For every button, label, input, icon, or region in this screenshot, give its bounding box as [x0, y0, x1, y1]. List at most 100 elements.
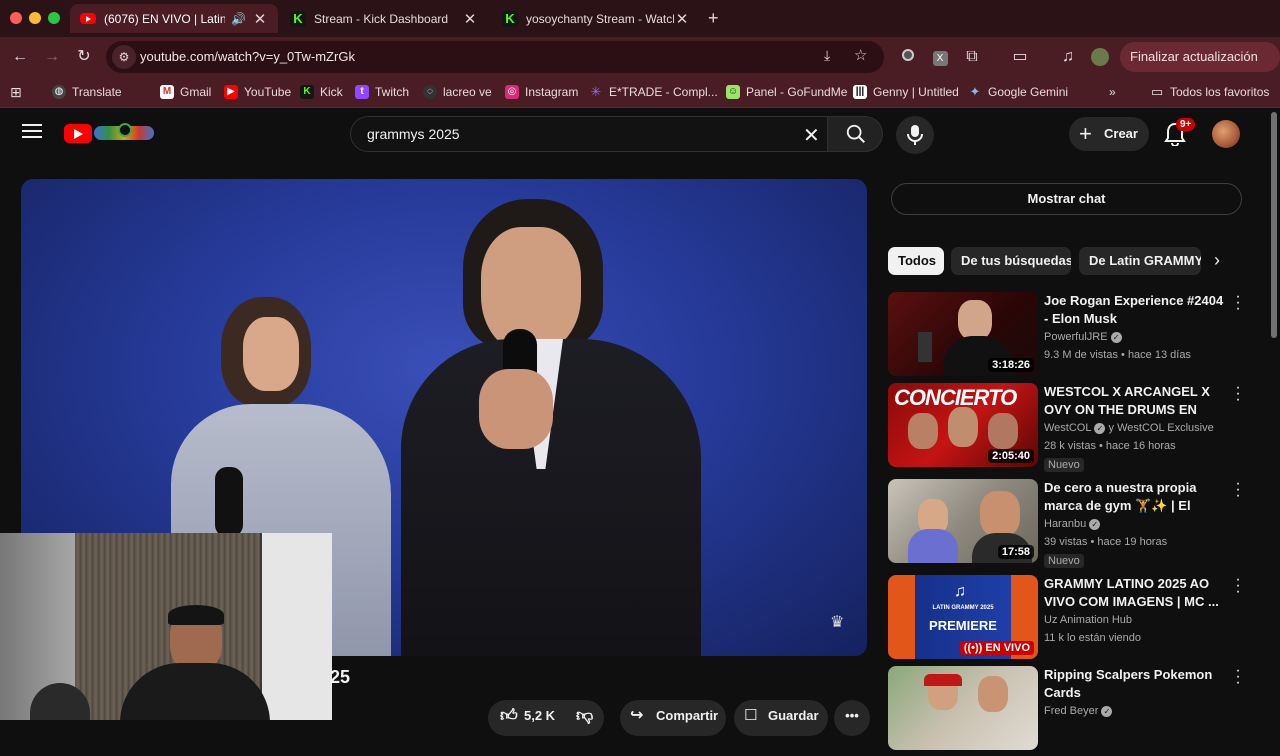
- profile-avatar-icon[interactable]: [1088, 45, 1112, 69]
- verified-check-icon: ✓: [1094, 422, 1106, 434]
- chip-all[interactable]: Todos: [888, 247, 944, 275]
- more-options-icon[interactable]: · · ·: [1232, 663, 1244, 691]
- show-chat-button[interactable]: Mostrar chat: [891, 183, 1242, 215]
- new-tab-button[interactable]: +: [708, 8, 719, 29]
- bookmark-genny[interactable]: ||| Genny | Untitled: [853, 83, 959, 101]
- bookmark-star-icon[interactable]: ☆: [854, 46, 867, 64]
- save-playlist-icon: ☐: [744, 707, 758, 724]
- maximize-window-button[interactable]: [48, 12, 60, 24]
- recommendation-item[interactable]: 17:58 De cero a nuestra propia marca de …: [888, 476, 1258, 569]
- more-options-icon[interactable]: · · ·: [1232, 572, 1244, 600]
- media-controls-icon[interactable]: ♫: [1056, 45, 1080, 69]
- youtube-icon: ▶: [224, 85, 238, 99]
- scrollbar-thumb[interactable]: [1271, 112, 1277, 338]
- bookmark-instagram[interactable]: ◎ Instagram: [505, 83, 578, 101]
- save-button[interactable]: ☐ Guardar: [734, 700, 828, 736]
- close-tab-icon[interactable]: ✕: [462, 10, 478, 28]
- bookmark-twitch[interactable]: t Twitch: [355, 83, 409, 101]
- more-options-icon[interactable]: · · ·: [1232, 476, 1244, 504]
- like-dislike-group[interactable]: 👍︎ 5,2 K 👎︎: [488, 700, 604, 736]
- site-settings-icon[interactable]: ⚙: [112, 45, 136, 69]
- all-bookmarks[interactable]: ▭ Todos los favoritos: [1150, 83, 1270, 101]
- minimize-window-button[interactable]: [29, 12, 41, 24]
- recommendation-item[interactable]: ♫ LATIN GRAMMY 2025 PREMIERE ((•)) EN VI…: [888, 572, 1258, 665]
- bookmark-translate[interactable]: ◍ Translate: [52, 83, 122, 101]
- video-thumbnail[interactable]: CONCIERTO 2:05:40: [888, 383, 1038, 467]
- bookmark-gofundme[interactable]: ☺ Panel - GoFundMe: [726, 83, 847, 101]
- bookmark-youtube[interactable]: ▶ YouTube: [224, 83, 291, 101]
- forward-arrow-icon[interactable]: →: [40, 45, 64, 69]
- recommendation-item[interactable]: CONCIERTO 2:05:40 WESTCOL X ARCANGEL X O…: [888, 380, 1258, 473]
- video-title[interactable]: Joe Rogan Experience #2404 - Elon Musk: [1044, 292, 1224, 328]
- reload-icon[interactable]: ↻: [72, 45, 96, 69]
- recommendation-item[interactable]: Ripping Scalpers Pokemon Cards Fred Beye…: [888, 663, 1258, 756]
- speaker-icon[interactable]: 🔊: [231, 12, 246, 26]
- back-arrow-icon[interactable]: ←: [8, 45, 32, 69]
- channel-name[interactable]: Fred Beyer ✓: [1044, 705, 1113, 717]
- extensions-puzzle-icon[interactable]: ⧉: [960, 45, 984, 69]
- close-window-button[interactable]: [10, 12, 22, 24]
- search-input[interactable]: grammys 2025 ✕: [350, 116, 828, 152]
- apps-grid-icon[interactable]: ⊞: [10, 83, 22, 101]
- account-avatar[interactable]: [1212, 120, 1240, 148]
- thumbs-down-icon[interactable]: 👎︎: [576, 700, 593, 732]
- search-button[interactable]: [827, 116, 883, 152]
- bookmark-gmail[interactable]: M Gmail: [160, 83, 211, 101]
- bookmarks-overflow-icon[interactable]: »: [1109, 83, 1116, 101]
- video-title[interactable]: GRAMMY LATINO 2025 AO VIVO COM IMAGENS |…: [1044, 575, 1224, 611]
- more-horizontal-icon: •••: [845, 708, 859, 723]
- more-options-icon[interactable]: · · ·: [1232, 289, 1244, 317]
- more-actions-button[interactable]: •••: [834, 700, 870, 736]
- reading-mode-icon[interactable]: ▭: [1008, 45, 1032, 69]
- share-button[interactable]: ↪ Compartir: [620, 700, 726, 736]
- bookmark-etrade[interactable]: ✳ E*TRADE - Compl...: [589, 83, 718, 101]
- video-thumbnail[interactable]: 3:18:26: [888, 292, 1038, 376]
- video-title[interactable]: WESTCOL X ARCANGEL X OVY ON THE DRUMS EN…: [1044, 383, 1224, 419]
- bookmark-gemini[interactable]: ✦ Google Gemini: [968, 83, 1069, 101]
- video-thumbnail[interactable]: ♫ LATIN GRAMMY 2025 PREMIERE ((•)) EN VI…: [888, 575, 1038, 659]
- browser-tab-kick-dashboard[interactable]: K Stream - Kick Dashboard ✕: [280, 4, 488, 33]
- chip-from-searches[interactable]: De tus búsquedas: [951, 247, 1071, 275]
- chip-latin-grammys[interactable]: De Latin GRAMMYs: [1079, 247, 1201, 275]
- person-hand: [479, 369, 553, 449]
- bookmark-lacreo[interactable]: ◌ lacreo ve: [423, 83, 492, 101]
- install-app-icon[interactable]: ⤓: [824, 47, 830, 64]
- url-text: youtube.com/watch?v=y_0Tw-mZrGk: [140, 49, 355, 64]
- video-thumbnail[interactable]: [888, 666, 1038, 750]
- more-options-icon[interactable]: · · ·: [1232, 380, 1244, 408]
- extension-x-icon[interactable]: X: [928, 45, 952, 69]
- finish-update-button[interactable]: Finalizar actualización ⋮: [1120, 42, 1280, 94]
- hamburger-menu-icon[interactable]: [22, 122, 42, 138]
- create-button[interactable]: + Crear: [1069, 117, 1149, 151]
- youtube-logo[interactable]: [64, 122, 156, 144]
- close-tab-icon[interactable]: ✕: [674, 10, 690, 28]
- video-thumbnail[interactable]: 17:58: [888, 479, 1038, 563]
- kick-icon: K: [502, 10, 518, 27]
- channel-name[interactable]: WestCOL ✓ y WestCOL Exclusive: [1044, 422, 1214, 434]
- clear-search-icon[interactable]: ✕: [803, 123, 820, 148]
- thumbs-up-icon[interactable]: 👍︎: [500, 700, 518, 732]
- video-title[interactable]: Ripping Scalpers Pokemon Cards: [1044, 666, 1224, 702]
- chevron-right-icon[interactable]: ›: [1214, 250, 1220, 271]
- page-scrollbar[interactable]: [1268, 108, 1280, 720]
- browser-tab-youtube[interactable]: (6076) EN VIVO | Latin GR 🔊 ✕: [70, 4, 278, 33]
- recommendation-item[interactable]: 3:18:26 Joe Rogan Experience #2404 - Elo…: [888, 289, 1258, 382]
- channel-name[interactable]: PowerfulJRE ✓: [1044, 331, 1122, 343]
- chip-label: De tus búsquedas: [961, 253, 1071, 268]
- channel-name[interactable]: Haranbu ✓: [1044, 518, 1101, 530]
- new-badge: Nuevo: [1044, 458, 1084, 472]
- chip-label: De Latin GRAMMYs: [1089, 253, 1201, 268]
- globe-icon: ◌: [423, 85, 437, 99]
- voice-search-button[interactable]: [896, 116, 934, 154]
- address-bar[interactable]: ⚙ youtube.com/watch?v=y_0Tw-mZrGk ⤓ ☆: [106, 41, 884, 73]
- close-tab-icon[interactable]: ✕: [252, 10, 268, 28]
- verified-check-icon: ✓: [1101, 705, 1113, 717]
- notifications-button[interactable]: 9+: [1164, 118, 1196, 147]
- video-title[interactable]: De cero a nuestra propia marca de gym 🏋️…: [1044, 479, 1224, 515]
- bookmark-kick[interactable]: K Kick: [300, 83, 343, 101]
- channel-name[interactable]: Uz Animation Hub: [1044, 614, 1132, 626]
- share-arrow-icon: ↪: [630, 707, 644, 724]
- extension-record-icon[interactable]: [896, 45, 920, 69]
- browser-tab-kick-stream[interactable]: K yosoychanty Stream - Watch ✕: [492, 4, 700, 33]
- live-badge: ((•)) EN VIVO: [959, 641, 1034, 655]
